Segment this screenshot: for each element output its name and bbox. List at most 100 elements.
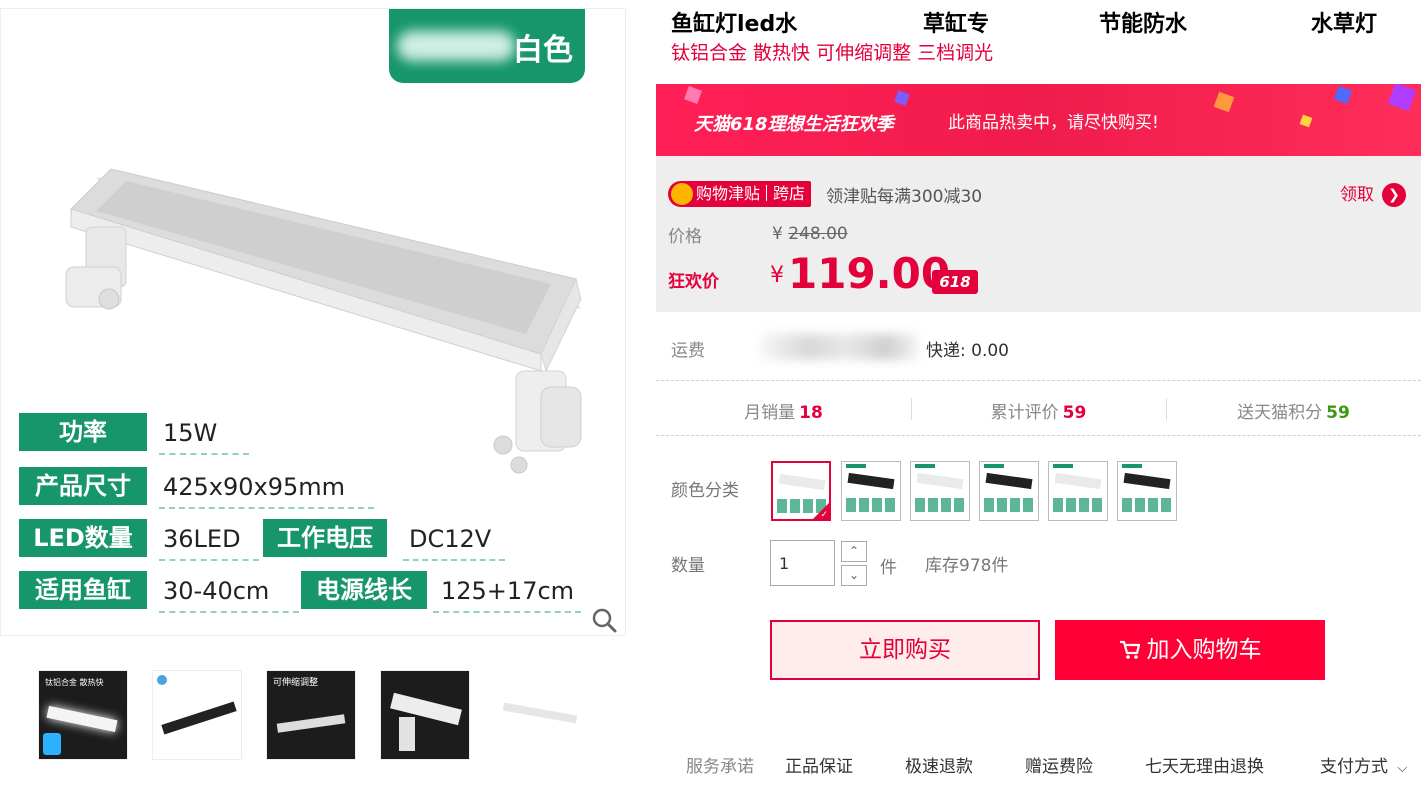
spec-key: LED数量 (19, 519, 147, 557)
tmall-points: 送天猫积分 59 (1166, 398, 1421, 423)
divider (656, 380, 1421, 381)
thumbnail[interactable] (494, 670, 584, 760)
product-subtitle: 钛铝合金 散热快 可伸缩调整 三档调光 (671, 42, 994, 64)
sku-header (915, 464, 935, 468)
chevron-down-icon: ⌄ (848, 568, 860, 582)
decor-cube (1387, 84, 1417, 112)
currency-symbol: ¥ (772, 224, 783, 244)
sku-header (1053, 464, 1073, 468)
quantity-input[interactable] (770, 540, 835, 586)
spec-value: 425x90x95mm (163, 473, 346, 501)
sku-option[interactable] (1117, 461, 1177, 521)
chevron-up-icon: ⌃ (848, 544, 860, 558)
title-part: 节能防水 (1099, 12, 1188, 37)
sku-spec-strip (984, 498, 1034, 512)
price-panel: 天猫618理想生活狂欢季 此商品热卖中，请尽快购买! 购物津贴 跨店 领津贴每满3… (656, 84, 1421, 312)
title-part: 鱼缸灯led水 (671, 12, 798, 37)
spec-value: 15W (163, 419, 218, 447)
service-item[interactable]: 正品保证 (785, 752, 853, 777)
chevron-right-icon: ❯ (1382, 183, 1406, 207)
payment-methods-label: 支付方式 (1320, 757, 1388, 777)
divider (656, 435, 1421, 436)
spec-underline (433, 611, 581, 613)
total-reviews[interactable]: 累计评价 59 (911, 398, 1166, 423)
spec-key: 电源线长 (301, 571, 427, 609)
thumbnail-caption: 钛铝合金 散热快 (45, 678, 104, 687)
shopping-allowance-tag: 购物津贴 跨店 (668, 181, 812, 207)
thumbnail-lamp (502, 702, 578, 724)
sku-option[interactable]: ✓ (771, 461, 831, 521)
quantity-label: 数量 (671, 556, 705, 576)
thumbnail[interactable] (152, 670, 242, 760)
spec-key: 功率 (19, 413, 147, 451)
sku-option[interactable] (1048, 461, 1108, 521)
sku-spec-strip (846, 498, 896, 512)
spec-key: 适用鱼缸 (19, 571, 147, 609)
thumbnail-stand (399, 717, 415, 751)
buy-now-button[interactable]: 立即购买 (770, 620, 1040, 680)
original-price: ¥ 248.00 (772, 224, 848, 244)
claim-coupon-link[interactable]: 领取 ❯ (1340, 180, 1406, 207)
sale-price-amount: 119.00 (788, 249, 951, 298)
magnifier-icon (592, 608, 617, 633)
thumbnail-lamp (161, 701, 237, 735)
color-badge: 白色 (389, 9, 585, 83)
thumbnail[interactable] (380, 670, 470, 760)
cart-icon (1119, 640, 1140, 659)
payment-methods-dropdown[interactable]: 支付方式 ⌵ (1320, 752, 1407, 777)
sku-option[interactable] (910, 461, 970, 521)
flame-icon (671, 183, 693, 205)
sku-lamp-white (778, 473, 826, 491)
blurred-model-text (397, 31, 515, 61)
coupon-description: 领津贴每满300减30 (826, 187, 983, 207)
stat-value: 18 (799, 403, 823, 423)
service-item[interactable]: 赠运费险 (1025, 752, 1093, 777)
stat-value: 59 (1062, 403, 1087, 423)
spec-underline (159, 611, 299, 613)
thumbnail-caption: 可伸缩调整 (273, 678, 319, 688)
spec-value: 125+17cm (441, 577, 575, 605)
thumbnail-lamp (46, 705, 118, 733)
sale-price: ¥119.00 (770, 249, 950, 298)
spec-underline (159, 507, 374, 509)
quantity-unit: 件 (880, 558, 897, 578)
hot-sale-text: 此商品热卖中，请尽快购买! (948, 113, 1159, 133)
chevron-down-icon: ⌵ (1397, 761, 1408, 776)
service-item[interactable]: 极速退款 (905, 752, 973, 777)
coupon-tag-label-2: 跨店 (773, 184, 806, 203)
sku-header (846, 464, 866, 468)
stat-value: 59 (1326, 403, 1350, 423)
quantity-decrease-button[interactable]: ⌄ (841, 565, 867, 586)
sku-option[interactable] (979, 461, 1039, 521)
stats-bar: 月销量 18 累计评价 59 送天猫积分 59 (656, 382, 1421, 436)
currency-symbol: ¥ (770, 263, 784, 288)
add-to-cart-button[interactable]: 加入购物车 (1055, 620, 1325, 680)
thumbnail[interactable]: 可伸缩调整 (266, 670, 356, 760)
zoom-button[interactable] (585, 601, 625, 635)
quantity-increase-button[interactable]: ⌃ (841, 541, 867, 562)
campaign-title: 天猫618理想生活狂欢季 (694, 114, 894, 135)
sku-header (984, 464, 1004, 468)
spec-underline (403, 559, 505, 561)
campaign-banner: 天猫618理想生活狂欢季 此商品热卖中，请尽快购买! (656, 84, 1421, 156)
decor-cube (1299, 114, 1313, 128)
thumbnail-lamp (276, 714, 346, 733)
sku-lamp-white (916, 472, 964, 490)
thumbnail[interactable]: 钛铝合金 散热快 (38, 670, 128, 760)
title-part: 草缸专 (923, 12, 990, 37)
original-price-amount: 248.00 (788, 224, 848, 244)
stat-label: 送天猫积分 (1237, 403, 1323, 423)
service-promise-label: 服务承诺 (686, 757, 754, 777)
decor-cube (1334, 86, 1352, 104)
spec-key: 产品尺寸 (19, 467, 147, 505)
spec-key: 工作电压 (263, 519, 387, 557)
spec-underline (159, 559, 259, 561)
sku-lamp-black (985, 472, 1033, 490)
spec-underline (159, 453, 249, 455)
decor-cube (894, 90, 910, 106)
main-product-image[interactable]: 白色 功率 15W 产品尺寸 425x90x95mm LED数量 36LED 工… (0, 8, 626, 636)
thumbnail-badge (43, 733, 61, 755)
service-item[interactable]: 七天无理由退换 (1145, 752, 1264, 777)
sku-option[interactable] (841, 461, 901, 521)
stat-label: 累计评价 (990, 403, 1059, 423)
